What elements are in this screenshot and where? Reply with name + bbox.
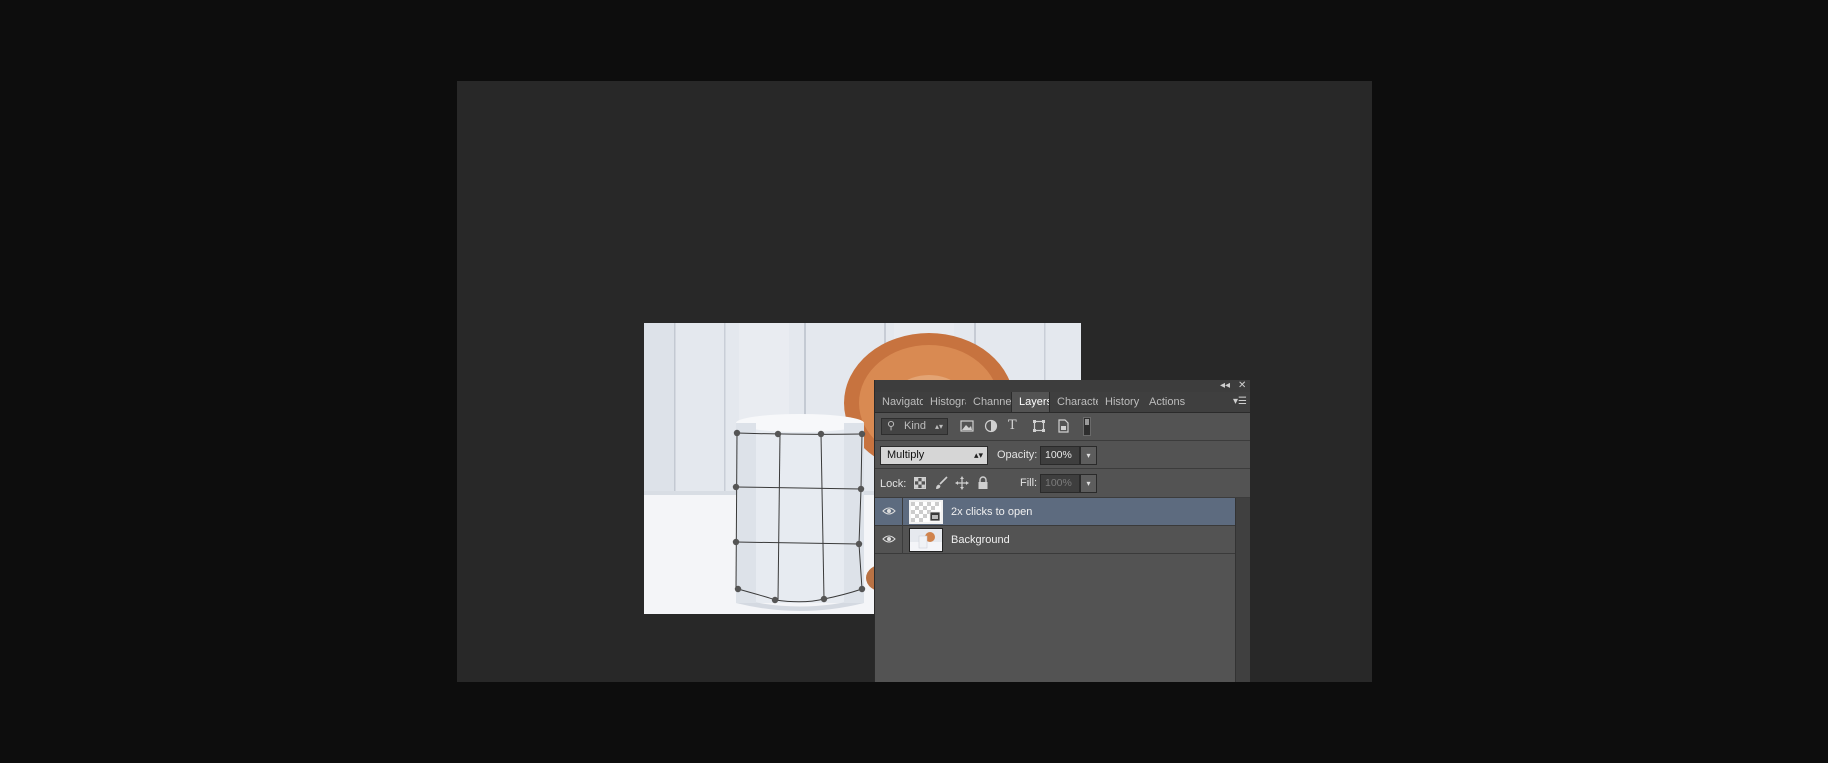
tab-channels[interactable]: Channels <box>966 392 1011 412</box>
filter-kind-select[interactable]: ⚲ Kind ▴▾ <box>881 418 948 435</box>
shape-filter-icon[interactable] <box>1032 419 1046 433</box>
lock-position-move-icon[interactable] <box>955 476 969 490</box>
filter-toggle-switch[interactable] <box>1083 417 1091 436</box>
smart-object-filter-icon[interactable] <box>1056 419 1070 433</box>
layers-list: 2x clicks to open Background <box>875 498 1235 682</box>
eye-icon <box>882 535 896 543</box>
tab-history[interactable]: History <box>1098 392 1142 412</box>
lock-all-icon[interactable] <box>976 476 990 490</box>
photo-thumbnail[interactable] <box>909 528 943 552</box>
lock-image-pixels-brush-icon[interactable] <box>934 476 948 490</box>
layer-row-background[interactable]: Background <box>875 526 1235 554</box>
blend-row: Multiply ▴▾ Opacity: 100% ▾ <box>875 441 1250 469</box>
adjustment-filter-icon[interactable] <box>984 419 998 433</box>
layer-visibility-toggle[interactable] <box>875 526 903 554</box>
search-icon: ⚲ <box>887 420 896 432</box>
type-filter-icon[interactable]: T <box>1008 419 1022 433</box>
fill-dropdown-button[interactable]: ▾ <box>1080 474 1097 493</box>
layer-visibility-toggle[interactable] <box>875 498 903 526</box>
checkerboard-thumbnail-icon <box>911 502 941 522</box>
panel-menu-icon[interactable]: ▾☰ <box>1233 392 1247 412</box>
layers-panel: ◂◂ ✕ Navigato Histogra Channels Layers C… <box>874 380 1250 682</box>
eye-icon <box>882 507 896 515</box>
chevron-updown-icon: ▴▾ <box>934 422 943 431</box>
image-filter-icon[interactable] <box>960 419 974 433</box>
filter-kind-label: Kind <box>904 420 927 432</box>
panel-tabs: Navigato Histogra Channels Layers Charac… <box>875 392 1250 413</box>
blend-mode-value: Multiply <box>887 449 925 461</box>
lock-row: Lock: Fill: 100% ▾ <box>875 469 1250 498</box>
collapse-panel-icon[interactable]: ◂◂ <box>1220 380 1230 392</box>
panel-title-bar: ◂◂ ✕ <box>875 380 1250 392</box>
layer-row-smart-object[interactable]: 2x clicks to open <box>875 498 1235 526</box>
opacity-label: Opacity: <box>997 449 1038 461</box>
close-panel-icon[interactable]: ✕ <box>1238 380 1246 392</box>
opacity-dropdown-button[interactable]: ▾ <box>1080 446 1097 465</box>
document-canvas-area[interactable]: ◂◂ ✕ Navigato Histogra Channels Layers C… <box>457 81 1372 682</box>
tab-layers[interactable]: Layers <box>1011 392 1050 412</box>
smart-object-thumbnail[interactable] <box>909 500 943 524</box>
layers-scrollbar[interactable] <box>1235 498 1250 682</box>
layer-name[interactable]: 2x clicks to open <box>951 498 1032 526</box>
opacity-input[interactable]: 100% <box>1040 446 1080 465</box>
tab-histogram[interactable]: Histogra <box>923 392 966 412</box>
layer-name[interactable]: Background <box>951 526 1010 554</box>
blend-mode-select[interactable]: Multiply ▴▾ <box>880 446 988 465</box>
chevron-updown-icon: ▴▾ <box>973 450 983 460</box>
tab-character[interactable]: Characte <box>1050 392 1098 412</box>
lock-label: Lock: <box>880 478 907 490</box>
tab-navigator[interactable]: Navigato <box>875 392 923 412</box>
lock-transparent-pixels-icon[interactable] <box>913 476 927 490</box>
fill-input[interactable]: 100% <box>1040 474 1080 493</box>
layer-filter-row: ⚲ Kind ▴▾ T <box>875 413 1250 441</box>
fill-label: Fill: <box>1020 477 1038 489</box>
background-photo-thumbnail-icon <box>910 529 942 551</box>
tab-actions[interactable]: Actions <box>1142 392 1190 412</box>
